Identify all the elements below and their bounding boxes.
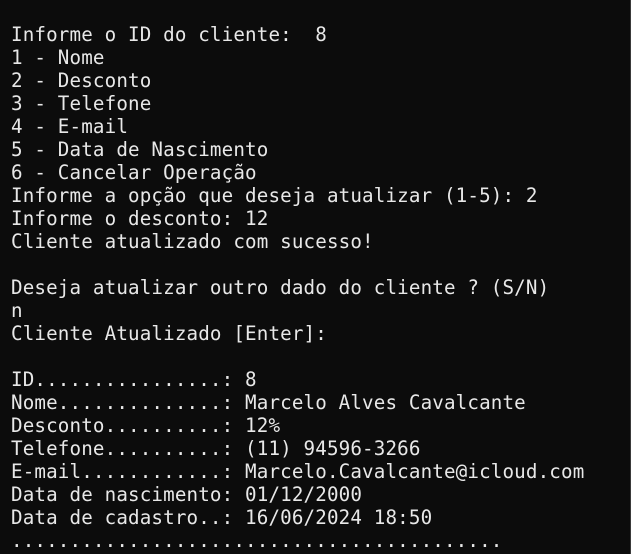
console-line-enter-prompt: Cliente Atualizado [Enter]: <box>11 322 327 345</box>
console-line-field-registration-date: Data de cadastro..: 16/06/2024 18:50 <box>11 506 433 529</box>
console-line-field-email: E-mail............: Marcelo.Cavalcante@i… <box>11 460 585 483</box>
console-line-user-answer: n <box>11 299 23 322</box>
console-line-option-6: 6 - Cancelar Operação <box>11 161 257 184</box>
console-line-discount-prompt: Informe o desconto: 12 <box>11 207 269 230</box>
console-line-field-phone: Telefone..........: (11) 94596-3266 <box>11 437 421 460</box>
console-line-update-option-prompt: Informe a opção que deseja atualizar (1-… <box>11 184 538 207</box>
console-line-option-1: 1 - Nome <box>11 46 105 69</box>
console-line-option-5: 5 - Data de Nascimento <box>11 138 269 161</box>
console-line-client-id-prompt: Informe o ID do cliente: 8 <box>11 23 327 46</box>
console-line-option-3: 3 - Telefone <box>11 92 152 115</box>
console-line-separator: ........................................… <box>11 529 503 552</box>
console-line-field-id: ID................: 8 <box>11 368 257 391</box>
console-line-success-message: Cliente atualizado com sucesso! <box>11 230 374 253</box>
console-line-field-birth-date: Data de nascimento: 01/12/2000 <box>11 483 363 506</box>
console-line-blank <box>11 253 584 276</box>
console-window[interactable]: Informe o ID do cliente: 8 1 - Nome 2 - … <box>0 0 631 554</box>
console-line-update-again-prompt: Deseja atualizar outro dado do cliente ?… <box>11 276 550 299</box>
console-line-blank <box>11 345 584 368</box>
console-line-field-name: Nome..............: Marcelo Alves Cavalc… <box>11 391 526 414</box>
console-line-field-discount: Desconto..........: 12% <box>11 414 281 437</box>
console-line-option-4: 4 - E-mail <box>11 115 129 138</box>
console-output: Informe o ID do cliente: 8 1 - Nome 2 - … <box>11 23 584 552</box>
console-line-option-2: 2 - Desconto <box>11 69 152 92</box>
